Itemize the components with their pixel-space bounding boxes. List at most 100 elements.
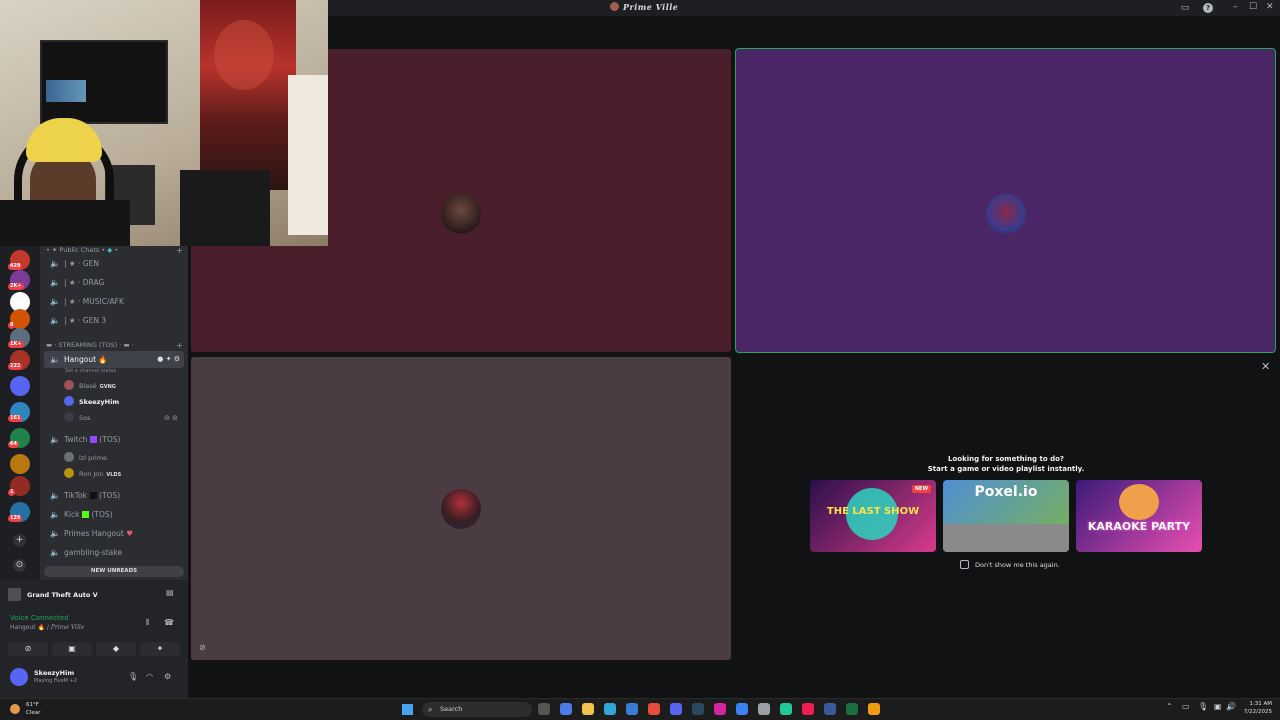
steam-icon[interactable] — [692, 703, 704, 715]
channel-music-afk[interactable]: 🔈 | ★ · MUSIC/AFK — [44, 293, 184, 310]
file-explorer-icon[interactable] — [582, 703, 594, 715]
channel-kick[interactable]: 🔈 Kick (TOS) — [44, 506, 184, 523]
server-icon-10[interactable] — [10, 454, 30, 474]
category-streaming[interactable]: ▬ · STREAMING (TOS) · ▬ · + — [46, 341, 183, 350]
voice-channel-info[interactable]: Hangout 🔥 / Prime Ville — [10, 624, 84, 631]
taskbar-app-icon-14[interactable] — [824, 703, 836, 715]
current-game[interactable]: Grand Theft Auto V ▤ — [8, 588, 178, 601]
unread-badge: 8 — [8, 322, 16, 329]
channel-gen-3[interactable]: 🔈 | ★ · GEN 3 — [44, 312, 184, 329]
activity-card-karaoke[interactable]: KARAOKE PARTY — [1076, 480, 1202, 552]
channel-gambling-label: gambling-stake — [64, 548, 122, 557]
tray-chevron-icon[interactable]: ⌃ — [1166, 702, 1173, 711]
channel-tiktok[interactable]: 🔈 TikTok (TOS) — [44, 487, 184, 504]
category-streaming-label: STREAMING (TOS) — [58, 341, 118, 349]
tray-app-icon[interactable]: ▭ — [1182, 702, 1190, 711]
participant-tile-3[interactable]: ⊘ — [191, 357, 731, 660]
tray-display-icon[interactable]: ▣ — [1214, 702, 1222, 711]
channel-status-hint[interactable]: Set a channel status — [65, 368, 116, 374]
taskbar-app-icon-16[interactable] — [868, 703, 880, 715]
voice-user-name: lzl prime — [79, 454, 108, 462]
tiktok-icon[interactable] — [802, 703, 814, 715]
voice-user-sos[interactable]: Sos ⊘ ⊘ — [64, 411, 178, 425]
tray-volume-icon[interactable]: 🔊 — [1226, 702, 1236, 711]
taskbar-app-icon-10[interactable] — [736, 703, 748, 715]
discover-button[interactable]: ⊙ — [13, 559, 26, 572]
dont-show-checkbox[interactable] — [960, 560, 969, 569]
channel-gen-label: GEN — [82, 259, 99, 268]
weather-temp: 61°F — [26, 702, 39, 708]
unread-badge: 222 — [8, 363, 23, 370]
maximize-button[interactable]: ☐ — [1249, 2, 1257, 12]
channel-drag[interactable]: 🔈 | ★ · DRAG — [44, 274, 184, 291]
close-button[interactable]: ✕ — [1266, 2, 1274, 12]
category-public-label: Public Chats — [59, 246, 100, 254]
noise-suppression-icon[interactable]: ⫴ — [146, 618, 149, 628]
chatgpt-icon[interactable] — [758, 703, 770, 715]
channel-twitch[interactable]: 🔈 Twitch (TOS) — [44, 431, 184, 448]
start-button[interactable] — [402, 704, 413, 715]
add-channel-icon[interactable]: + — [176, 341, 183, 350]
current-user[interactable]: SkeezyHim Playing FiveM +2 🎙 ◠ ⚙ — [8, 666, 178, 688]
edge-icon[interactable] — [604, 703, 616, 715]
taskbar-search[interactable]: ⌕ Search — [422, 702, 532, 717]
participant-tile-2[interactable] — [735, 48, 1276, 353]
heart-icon: ♥ — [126, 529, 133, 538]
help-icon[interactable]: ? — [1203, 3, 1213, 13]
screen-share-button[interactable]: ▣ — [52, 642, 92, 656]
channel-gen[interactable]: 🔈 | ★ · GEN — [44, 255, 184, 272]
card-art — [943, 524, 1069, 552]
settings-icon[interactable]: ⚙ — [164, 672, 171, 681]
channel-primes-hangout[interactable]: 🔈 Primes Hangout ♥ — [44, 525, 184, 542]
webcam-cap — [26, 118, 102, 162]
taskbar-clock[interactable]: 1:31 AM 7/22/2025 — [1238, 700, 1272, 716]
taskbar-app-icon-1[interactable] — [538, 703, 550, 715]
channel-gambling-stake[interactable]: 🔈 gambling-stake — [44, 544, 184, 561]
speaker-icon: 🔈 — [50, 259, 60, 268]
category-public-chats[interactable]: • ✦ Public Chats • ◆ • + — [46, 246, 183, 255]
webcam-dresser — [180, 170, 270, 246]
soundboard-button[interactable]: ✦ — [140, 642, 180, 656]
dont-show-label: Don't show me this again. — [975, 561, 1060, 569]
channel-kick-suffix: (TOS) — [91, 510, 113, 519]
minimize-button[interactable]: – — [1233, 2, 1238, 12]
voice-user-skeezyhim[interactable]: SkeezyHim — [64, 395, 119, 409]
voice-user-ron-jon[interactable]: Ron Jon VLDS — [64, 467, 121, 481]
channel-actions[interactable]: ● ✦ ⚙ — [157, 351, 180, 368]
voice-channel-name: Hangout 🔥 / — [10, 624, 51, 631]
server-title-text: Prime Ville — [623, 2, 679, 12]
activity-button[interactable]: ◆ — [96, 642, 136, 656]
voice-user-blase[interactable]: Blasé GVNG — [64, 379, 116, 393]
camera-button[interactable]: ⊘ — [8, 642, 48, 656]
tray-mic-icon[interactable]: 🎙 — [1198, 702, 1208, 711]
guild-tag: VLDS — [106, 472, 122, 478]
stream-icon[interactable]: ▤ — [166, 588, 174, 597]
new-unreads-button[interactable]: NEW UNREADS — [44, 566, 184, 577]
instagram-icon[interactable] — [714, 703, 726, 715]
server-rail: 429 2K+ 8 1K+ 222 161 64 1 126 + ⊙ — [0, 246, 40, 586]
card-title: Poxel.io — [974, 484, 1038, 500]
channel-twitch-suffix: (TOS) — [99, 435, 121, 444]
voice-user-lzl-prime[interactable]: lzl prime — [64, 451, 107, 465]
taskbar-app-icon-12[interactable] — [780, 703, 792, 715]
disconnect-icon[interactable]: ☎ — [164, 618, 174, 627]
channel-hangout[interactable]: 🔈 Hangout 🔥 ● ✦ ⚙ — [44, 351, 184, 368]
discord-icon[interactable] — [670, 703, 682, 715]
close-suggestions-icon[interactable]: ✕ — [1261, 360, 1270, 373]
voice-status[interactable]: Voice Connected — [10, 614, 69, 622]
activity-card-poxel[interactable]: Poxel.io — [943, 480, 1069, 552]
server-icon-7[interactable] — [10, 376, 30, 396]
store-icon[interactable] — [626, 703, 638, 715]
taskbar-app-icon-2[interactable] — [560, 703, 572, 715]
channel-gen3-label: GEN 3 — [82, 316, 107, 325]
add-channel-icon[interactable]: + — [176, 246, 183, 255]
activity-card-last-show[interactable]: NEW THE LAST SHOW — [810, 480, 936, 552]
excel-icon[interactable] — [846, 703, 858, 715]
avatar — [64, 468, 74, 478]
headphones-icon[interactable]: ◠ — [146, 672, 153, 681]
add-server-button[interactable]: + — [13, 534, 26, 547]
microphone-icon[interactable]: 🎙 — [128, 672, 138, 681]
dont-show-again[interactable]: Don't show me this again. — [960, 560, 1060, 569]
chrome-icon[interactable] — [648, 703, 660, 715]
inbox-icon[interactable]: ▭ — [1180, 3, 1190, 13]
